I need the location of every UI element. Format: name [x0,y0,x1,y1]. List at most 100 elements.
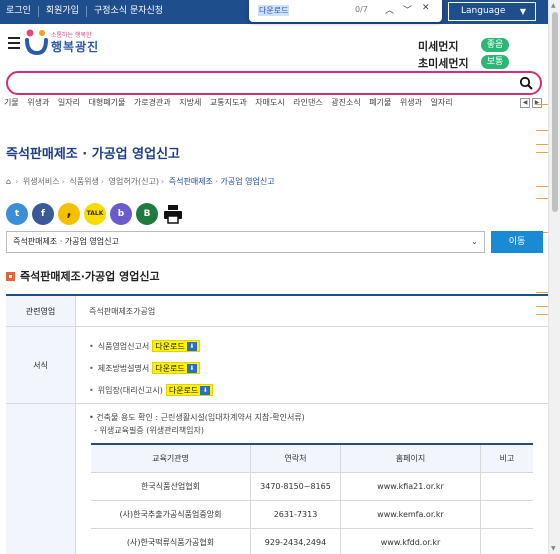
download-icon: ⬇ [186,363,197,373]
download-button[interactable]: 다운로드 ⬇ [152,340,200,352]
download-icon: ⬇ [200,385,211,395]
table-row: (사)한국추출가공식품업중앙회 2631-7313 www.kemfa.or.k… [91,501,533,529]
keyword-link[interactable]: 지방세 [179,98,201,107]
facebook-icon[interactable]: f [32,203,54,225]
top-links: 로그인 회원가입 구정소식 문자신청 [6,6,170,17]
remark [481,529,533,554]
hamburger-menu-icon[interactable] [8,37,20,52]
language-label: Language [461,6,506,16]
education-institution-table: 교육기관명 연락처 홈페이지 비고 한국식품산업협회 3470-8150~816… [91,443,533,554]
remark [481,501,533,528]
keyword-nav: ◀ ▶ [520,98,542,108]
keyword-link[interactable]: 대형폐기물 [89,98,126,107]
phone: 3470-8150~8165 [251,473,341,500]
scroll-down-icon[interactable]: ▼ [551,545,556,552]
logo-text: 행복광진 [51,40,100,54]
breadcrumb-item[interactable]: 영업허가(신고) [109,177,159,186]
keyword-prev-icon[interactable]: ◀ [520,98,530,108]
section-bullet-icon [6,271,15,281]
hygiene-education-note: - 위생교육필증 (위생관리책임자) [94,426,204,435]
form-name: 제조방법설명서 [97,363,150,373]
keyword-link[interactable]: 광진소식 [331,98,360,107]
form-item: • 제조방법설명서 다운로드 ⬇ [89,357,548,379]
keyword-link[interactable]: 일자리 [58,98,80,107]
sms-subscribe-link[interactable]: 구정소식 문자신청 [87,6,170,17]
column-header: 교육기관명 [91,445,251,472]
table-row: 관련영업 즉석판매제조가공업 [6,296,548,327]
institution-name: 한국식품산업협회 [91,473,251,500]
keyword-link[interactable]: 위생과 [27,98,49,107]
print-icon[interactable] [162,203,184,225]
twitter-icon[interactable]: t [6,203,28,225]
scroll-up-icon[interactable]: ▲ [551,2,556,9]
breadcrumb-item[interactable]: 식품위생 [69,177,98,186]
breadcrumb-item[interactable]: 위생서비스 [23,177,60,186]
related-business-value: 즉석판매제조가공업 [89,307,156,316]
share-bar: t f , TALK b B [6,203,184,225]
form-item: • 식품영업신고서 다운로드 ⬇ [89,335,548,357]
keyword-link[interactable]: 기물 [4,98,19,107]
search-icon[interactable] [519,76,533,90]
keyword-link[interactable]: 자매도시 [255,98,284,107]
find-input[interactable]: 다운로드 [258,5,290,16]
download-button[interactable]: 다운로드 ⬇ [152,362,200,374]
breadcrumb: ⌂ › 위생서비스 › 식품위생 › 영업허가(신고) › 즉석판매제조 · 가공업 영… [6,177,275,186]
keyword-link[interactable]: 라인댄스 [293,98,322,107]
column-header: 연락처 [251,445,341,472]
find-next-icon[interactable]: ﹀ [403,3,412,16]
table-header-row: 교육기관명 연락처 홈페이지 비고 [91,445,533,473]
home-icon[interactable]: ⌂ [6,177,11,186]
chevron-down-icon: ▼ [519,7,526,16]
ultrafine-dust-label: 초미세먼지 [418,57,469,70]
keyword-link[interactable]: 일자리 [431,98,453,107]
menu-jump-value: 즉석판매제조 · 가공업 영업신고 [13,237,119,246]
table-row: 서식 • 식품영업신고서 다운로드 ⬇ • 제조방법설명서 다운로드 ⬇ • 위임장… [6,327,548,404]
download-button[interactable]: 다운로드 ⬇ [165,384,214,396]
login-link[interactable]: 로그인 [6,6,39,17]
forms-label: 서식 [6,327,76,403]
phone: 2631-7313 [251,501,341,528]
signup-link[interactable]: 회원가입 [39,6,87,17]
form-name: 위임장(대리신고시) [97,385,163,395]
scrollbar-thumb[interactable] [552,12,558,212]
section-heading: 즉석판매제조·가공업 영업신고 [6,268,160,284]
keyword-link[interactable]: 가로경관과 [134,98,171,107]
ultrafine-dust-status-badge: 보통 [481,55,509,69]
find-previous-icon[interactable]: ︿ [385,3,394,16]
chevron-down-icon: ⌄ [471,237,478,246]
keyword-link[interactable]: 폐기물 [369,98,391,107]
find-in-page-bar: 다운로드 0/7 ︿ ﹀ ✕ [249,0,442,22]
download-icon: ⬇ [186,341,197,351]
section-title: 즉석판매제조·가공업 영업신고 [20,270,160,283]
documents-label [6,404,76,554]
homepage-link[interactable]: www.kemfa.or.kr [341,501,481,528]
kakaostory-icon[interactable]: , [58,203,80,225]
keyword-link[interactable]: 위생과 [400,98,422,107]
site-search-input[interactable] [6,71,542,95]
menu-jump-select[interactable]: 즉석판매제조 · 가공업 영업신고 ⌄ [6,231,485,253]
homepage-link[interactable]: www.kfdd.or.kr [341,529,481,554]
page-title: 즉석판매제조 · 가공업 영업신고 [6,147,180,162]
kakaotalk-icon[interactable]: TALK [84,203,106,225]
find-close-icon[interactable]: ✕ [422,3,430,13]
blog-icon[interactable]: B [136,203,158,225]
logo-mark-icon [25,29,48,56]
popular-keywords: 기물 위생과 일자리 대형폐기물 가로경관과 지방세 교통지도과 자매도시 라인… [4,97,524,109]
phone: 929-2434,2494 [251,529,341,554]
table-row: (사)한국떡류식품가공협회 929-2434,2494 www.kfdd.or.… [91,529,533,554]
site-logo[interactable]: 소통하는 행복한 행복광진 [24,27,108,57]
column-header: 홈페이지 [341,445,481,472]
homepage-link[interactable]: www.kfia21.or.kr [341,473,481,500]
page-scrollbar[interactable]: ▲ ▼ [548,0,560,554]
institution-name: (사)한국추출가공식품업중앙회 [91,501,251,528]
keyword-next-icon[interactable]: ▶ [532,98,542,108]
go-button[interactable]: 이동 [491,231,543,253]
table-row: 한국식품산업협회 3470-8150~8165 www.kfia21.or.kr [91,473,533,501]
keyword-link[interactable]: 교통지도과 [210,98,247,107]
language-select[interactable]: Language ▼ [448,2,536,21]
building-use-note: • 건축물 용도 확인 : 근린생활시설(임대차계약서 지참-확인서류) [89,413,305,422]
band-icon[interactable]: b [110,203,132,225]
find-match-count: 0/7 [355,5,368,14]
related-business-label: 관련영업 [6,296,76,326]
breadcrumb-current: 즉석판매제조 · 가공업 영업신고 [168,177,275,186]
